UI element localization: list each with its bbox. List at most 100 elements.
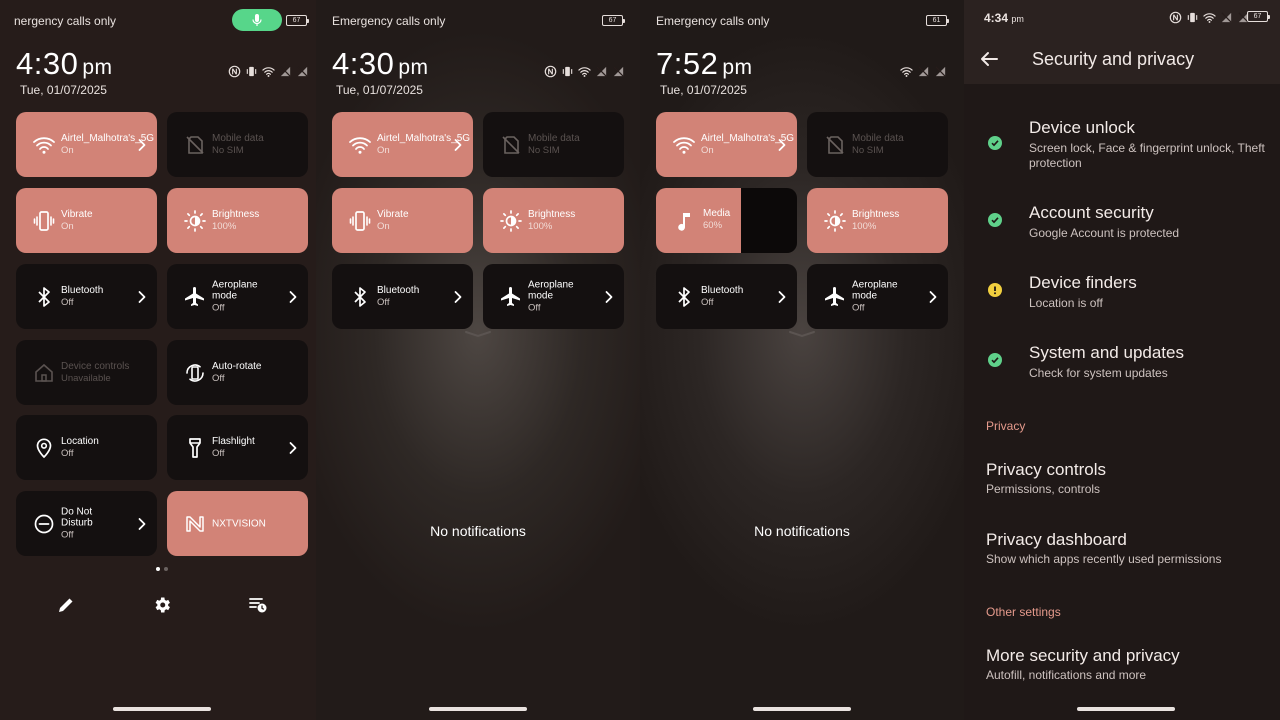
clock-ampm: pm — [722, 56, 753, 79]
chevron-right-icon[interactable] — [453, 290, 463, 304]
clock-time: 7:52 — [656, 46, 719, 81]
device-unlock-item[interactable]: Device unlock Screen lock, Face & finger… — [964, 116, 1280, 178]
battery-icon: 61 — [926, 15, 949, 26]
no-signal-icon — [595, 65, 608, 78]
tile-vibrate[interactable]: Vibrate On — [16, 188, 157, 253]
system-updates-item[interactable]: System and updates Check for system upda… — [964, 341, 1280, 385]
tile-nxtvision[interactable]: NXTVISION — [167, 491, 308, 556]
chevron-right-icon[interactable] — [453, 138, 463, 152]
tile-mobile-data[interactable]: Mobile data No SIM — [483, 112, 624, 177]
tile-do-not-disturb[interactable]: Do Not Disturb Off — [16, 491, 157, 556]
tile-auto-rotate[interactable]: Auto-rotate Off — [167, 340, 308, 405]
tile-label: Aeroplane mode — [212, 279, 258, 301]
clock-ampm: pm — [398, 56, 429, 79]
tile-mobile-data[interactable]: Mobile data No SIM — [167, 112, 308, 177]
tile-brightness[interactable]: Brightness 100% — [807, 188, 948, 253]
chevron-right-icon[interactable] — [288, 441, 298, 455]
status-time: 4:34 pm — [984, 11, 1024, 25]
more-security-item[interactable]: More security and privacy Autofill, noti… — [964, 644, 1280, 688]
chevron-right-icon[interactable] — [288, 290, 298, 304]
notification-history-icon[interactable] — [248, 595, 268, 615]
back-arrow-icon[interactable] — [980, 51, 998, 67]
clock[interactable]: 7:52 pm — [656, 46, 753, 82]
tile-wifi[interactable]: Airtel_Malhotra's_5G On — [656, 112, 797, 177]
chevron-right-icon[interactable] — [137, 290, 147, 304]
expand-handle-icon[interactable] — [464, 330, 492, 338]
wifi-icon — [32, 133, 56, 157]
tile-mobile-data[interactable]: Mobile data No SIM — [807, 112, 948, 177]
privacy-controls-item[interactable]: Privacy controls Permissions, controls — [964, 458, 1280, 502]
item-subtitle: Location is off — [1029, 296, 1103, 310]
tile-label: Bluetooth — [701, 284, 744, 296]
chevron-right-icon[interactable] — [777, 290, 787, 304]
item-subtitle: Permissions, controls — [986, 482, 1101, 496]
no-signal-icon — [612, 65, 625, 78]
item-subtitle: Screen lock, Face & fingerprint unlock, … — [1029, 141, 1265, 170]
vibrate-icon — [32, 209, 56, 233]
tile-state: Off — [61, 296, 74, 308]
expand-handle-icon[interactable] — [788, 330, 816, 338]
edit-pencil-icon[interactable] — [56, 595, 76, 615]
tile-bluetooth[interactable]: Bluetooth Off — [656, 264, 797, 329]
privacy-dashboard-item[interactable]: Privacy dashboard Show which apps recent… — [964, 528, 1280, 572]
page-dot — [164, 567, 168, 571]
tile-flashlight[interactable]: Flashlight Off — [167, 415, 308, 480]
home-gesture-bar[interactable] — [429, 707, 527, 711]
carrier-text: Emergency calls only — [332, 14, 446, 28]
home-gesture-bar[interactable] — [1077, 707, 1175, 711]
page-indicator — [156, 567, 168, 571]
settings-gear-icon[interactable] — [152, 595, 172, 615]
tile-label: Mobile data — [852, 132, 904, 144]
clock-time: 4:30 — [332, 46, 395, 81]
brightness-icon — [183, 209, 207, 233]
tile-location[interactable]: Location Off — [16, 415, 157, 480]
account-security-item[interactable]: Account security Google Account is prote… — [964, 201, 1280, 245]
tile-state: On — [701, 144, 714, 156]
date: Tue, 01/07/2025 — [660, 83, 747, 97]
chevron-right-icon[interactable] — [137, 517, 147, 531]
wifi-icon — [348, 133, 372, 157]
tile-device-controls[interactable]: Device controls Unavailable — [16, 340, 157, 405]
location-icon — [32, 436, 56, 460]
tile-state: 100% — [212, 220, 237, 232]
tile-wifi[interactable]: Airtel_Malhotra's_5G On — [332, 112, 473, 177]
chevron-right-icon[interactable] — [777, 138, 787, 152]
no-notifications-text: No notifications — [430, 523, 526, 539]
tile-aeroplane[interactable]: Aeroplane mode Off — [483, 264, 624, 329]
check-ok-icon — [988, 213, 1002, 227]
clock[interactable]: 4:30 pm — [16, 46, 113, 82]
tile-brightness[interactable]: Brightness 100% — [167, 188, 308, 253]
carrier-text: Emergency calls only — [656, 14, 770, 28]
tile-label: Bluetooth — [61, 284, 104, 296]
media-volume-slider[interactable]: Media 60% — [656, 188, 797, 253]
tile-wifi[interactable]: Airtel_Malhotra's_5G On — [16, 112, 157, 177]
chevron-right-icon[interactable] — [604, 290, 614, 304]
device-finders-item[interactable]: Device finders Location is off — [964, 271, 1280, 315]
vibrate-status-icon — [561, 65, 574, 78]
home-gesture-bar[interactable] — [113, 707, 211, 711]
tile-state: Off — [61, 529, 74, 540]
tile-state: Off — [212, 372, 225, 384]
tile-state: Off — [377, 296, 390, 308]
tile-aeroplane[interactable]: Aeroplane mode Off — [167, 264, 308, 329]
tile-label: Mobile data — [528, 132, 580, 144]
tile-label: Brightness — [528, 208, 576, 220]
no-signal-icon — [279, 65, 292, 78]
tile-aeroplane[interactable]: Aeroplane mode Off — [807, 264, 948, 329]
mic-in-use-indicator[interactable] — [232, 9, 282, 31]
clock[interactable]: 4:30 pm — [332, 46, 429, 82]
tile-bluetooth[interactable]: Bluetooth Off — [332, 264, 473, 329]
tile-state: No SIM — [212, 144, 244, 156]
tile-brightness[interactable]: Brightness 100% — [483, 188, 624, 253]
auto-rotate-icon — [183, 361, 207, 385]
status-time-value: 4:34 — [984, 11, 1009, 25]
chevron-right-icon[interactable] — [928, 290, 938, 304]
tile-vibrate[interactable]: Vibrate On — [332, 188, 473, 253]
section-header-other: Other settings — [986, 605, 1061, 619]
tile-label: Vibrate — [377, 208, 409, 220]
chevron-right-icon[interactable] — [137, 138, 147, 152]
no-signal-icon — [296, 65, 309, 78]
tile-bluetooth[interactable]: Bluetooth Off — [16, 264, 157, 329]
home-gesture-bar[interactable] — [753, 707, 851, 711]
tile-state: 60% — [703, 220, 723, 231]
